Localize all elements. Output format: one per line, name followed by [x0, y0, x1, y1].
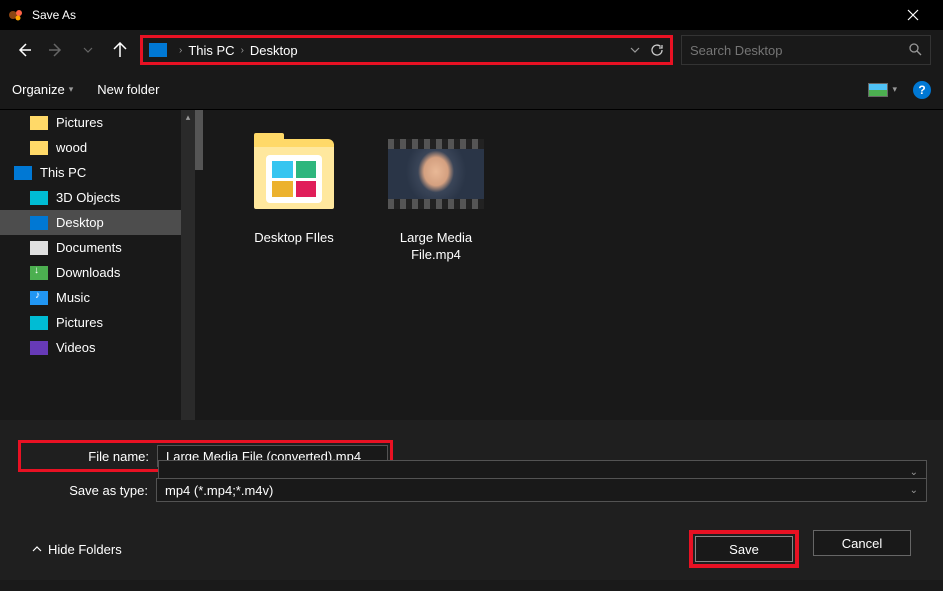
footer: File name: Large Media File (converted).…: [0, 420, 943, 580]
pic-icon: [30, 316, 48, 330]
chevron-down-icon: ⌄: [910, 485, 918, 496]
folder-icon: [30, 141, 48, 155]
sidebar-item-documents[interactable]: Documents: [0, 235, 195, 260]
chevron-down-icon[interactable]: ⌄: [910, 467, 918, 478]
savetype-label: Save as type:: [16, 483, 156, 498]
savetype-value: mp4 (*.mp4;*.m4v): [165, 483, 910, 498]
music-icon: [30, 291, 48, 305]
chevron-up-icon: [32, 546, 42, 552]
vid-icon: [30, 341, 48, 355]
refresh-icon[interactable]: [650, 43, 664, 57]
chevron-down-icon: [83, 47, 93, 53]
chevron-down-icon: ▾: [69, 84, 74, 95]
sidebar-scrollbar[interactable]: ▴: [181, 110, 195, 420]
sidebar-item-desktop[interactable]: Desktop: [0, 210, 195, 235]
app-icon: [8, 7, 24, 23]
sidebar-item-label: Desktop: [56, 215, 104, 230]
chevron-right-icon: ›: [241, 45, 244, 56]
view-icon: [868, 83, 888, 97]
sidebar-item-downloads[interactable]: Downloads: [0, 260, 195, 285]
sidebar-item-3d-objects[interactable]: 3D Objects: [0, 185, 195, 210]
file-label: Desktop FIles: [239, 230, 349, 247]
arrow-right-icon: [48, 42, 64, 58]
pc-icon: [149, 43, 167, 57]
folder-icon: [30, 116, 48, 130]
organize-label: Organize: [12, 82, 65, 97]
filename-label: File name:: [23, 449, 157, 464]
body: Pictures wood This PC 3D Objects Desktop Docu…: [0, 110, 943, 420]
sidebar-item-label: Pictures: [56, 315, 103, 330]
navbar: › This PC › Desktop: [0, 30, 943, 70]
close-button[interactable]: [890, 0, 935, 30]
sidebar: Pictures wood This PC 3D Objects Desktop Docu…: [0, 110, 195, 420]
sidebar-item-label: Music: [56, 290, 90, 305]
breadcrumb[interactable]: › This PC › Desktop: [140, 35, 673, 65]
scroll-up-icon[interactable]: ▴: [181, 110, 195, 124]
savetype-dropdown[interactable]: mp4 (*.mp4;*.m4v) ⌄: [156, 478, 927, 502]
arrow-left-icon: [16, 42, 32, 58]
search-input[interactable]: [690, 43, 908, 58]
view-mode-button[interactable]: ▾: [868, 83, 897, 97]
help-icon: ?: [918, 83, 925, 97]
search-box[interactable]: [681, 35, 931, 65]
hide-folders-button[interactable]: Hide Folders: [32, 542, 122, 557]
save-button-highlight: Save: [689, 530, 799, 568]
back-button[interactable]: [12, 38, 36, 62]
doc-icon: [30, 241, 48, 255]
breadcrumb-current[interactable]: Desktop: [250, 43, 298, 58]
breadcrumb-root[interactable]: This PC: [188, 43, 234, 58]
content-pane[interactable]: Desktop FIles Large Media File.mp4: [195, 110, 943, 420]
sidebar-item-pictures[interactable]: Pictures: [0, 310, 195, 335]
arrow-up-icon: [112, 42, 128, 58]
file-tile[interactable]: Desktop FIles: [239, 126, 349, 264]
sidebar-item-label: 3D Objects: [56, 190, 120, 205]
sidebar-item-label: Pictures: [56, 115, 103, 130]
sidebar-item-label: Videos: [56, 340, 96, 355]
file-tile[interactable]: Large Media File.mp4: [381, 126, 491, 264]
forward-button[interactable]: [44, 38, 68, 62]
organize-menu[interactable]: Organize ▾: [12, 82, 73, 97]
recent-dropdown[interactable]: [76, 38, 100, 62]
sidebar-item-pictures[interactable]: Pictures: [0, 110, 195, 135]
help-button[interactable]: ?: [913, 81, 931, 99]
new-folder-button[interactable]: New folder: [97, 82, 159, 97]
content-scrollbar[interactable]: [195, 110, 203, 170]
close-icon: [907, 9, 919, 21]
up-button[interactable]: [108, 38, 132, 62]
toolbar: Organize ▾ New folder ▾ ?: [0, 70, 943, 110]
sidebar-item-label: wood: [56, 140, 87, 155]
desktop-icon: [30, 216, 48, 230]
sidebar-item-label: Downloads: [56, 265, 120, 280]
sidebar-item-label: Documents: [56, 240, 122, 255]
video-thumbnail-icon: [388, 126, 484, 222]
pc-icon: [14, 166, 32, 180]
chevron-right-icon: ›: [179, 45, 182, 56]
window-title: Save As: [32, 8, 890, 22]
search-icon: [908, 42, 922, 59]
sidebar-item-label: This PC: [40, 165, 86, 180]
file-label: Large Media File.mp4: [381, 230, 491, 264]
sidebar-item-this-pc[interactable]: This PC: [0, 160, 195, 185]
cancel-button[interactable]: Cancel: [813, 530, 911, 556]
folder-icon: [246, 126, 342, 222]
down-icon: [30, 266, 48, 280]
chevron-down-icon: ▾: [892, 84, 897, 95]
sidebar-item-videos[interactable]: Videos: [0, 335, 195, 360]
sidebar-item-wood[interactable]: wood: [0, 135, 195, 160]
sidebar-item-music[interactable]: Music: [0, 285, 195, 310]
new-folder-label: New folder: [97, 82, 159, 97]
chevron-down-icon[interactable]: [630, 47, 640, 53]
titlebar: Save As: [0, 0, 943, 30]
hide-folders-label: Hide Folders: [48, 542, 122, 557]
3d-icon: [30, 191, 48, 205]
save-button[interactable]: Save: [695, 536, 793, 562]
